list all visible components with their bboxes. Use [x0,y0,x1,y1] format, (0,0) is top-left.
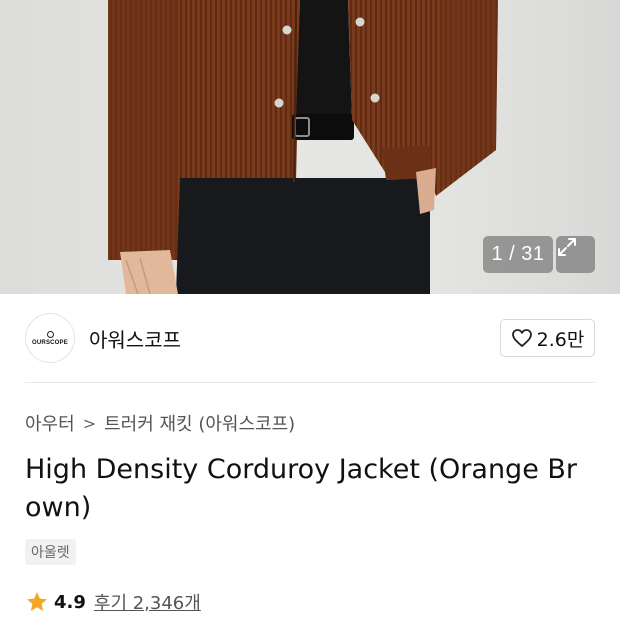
heart-icon [511,329,532,347]
review-count-link[interactable]: 후기 2,346개 [94,589,201,615]
brand-row: OURSCOPE 아워스코프 2.6만 [25,313,595,363]
divider [25,382,595,383]
breadcrumb-subcategory[interactable]: 트러커 재킷 (아워스코프) [104,410,295,436]
brand-name[interactable]: 아워스코프 [89,324,181,353]
breadcrumb-category[interactable]: 아우터 [25,410,75,436]
brand-logo-mark-icon [46,330,54,338]
breadcrumb: 아우터 > 트러커 재킷 (아워스코프) [25,410,295,436]
product-image[interactable]: 1 / 31 [0,0,620,294]
rating-row: 4.9 후기 2,346개 [25,589,201,615]
image-counter: 1 / 31 [483,236,553,273]
brand-logo-text: OURSCOPE [32,339,68,346]
expand-button[interactable] [556,236,595,273]
product-title: High Density Corduroy Jacket (Orange Bro… [25,454,578,523]
breadcrumb-separator: > [82,413,97,433]
outlet-tag: 아울렛 [25,539,76,565]
expand-icon [558,238,576,256]
brand-logo[interactable]: OURSCOPE [25,313,75,363]
star-icon [27,592,47,611]
like-button[interactable]: 2.6만 [500,319,595,357]
like-count: 2.6만 [536,328,585,351]
rating-score: 4.9 [54,591,86,613]
